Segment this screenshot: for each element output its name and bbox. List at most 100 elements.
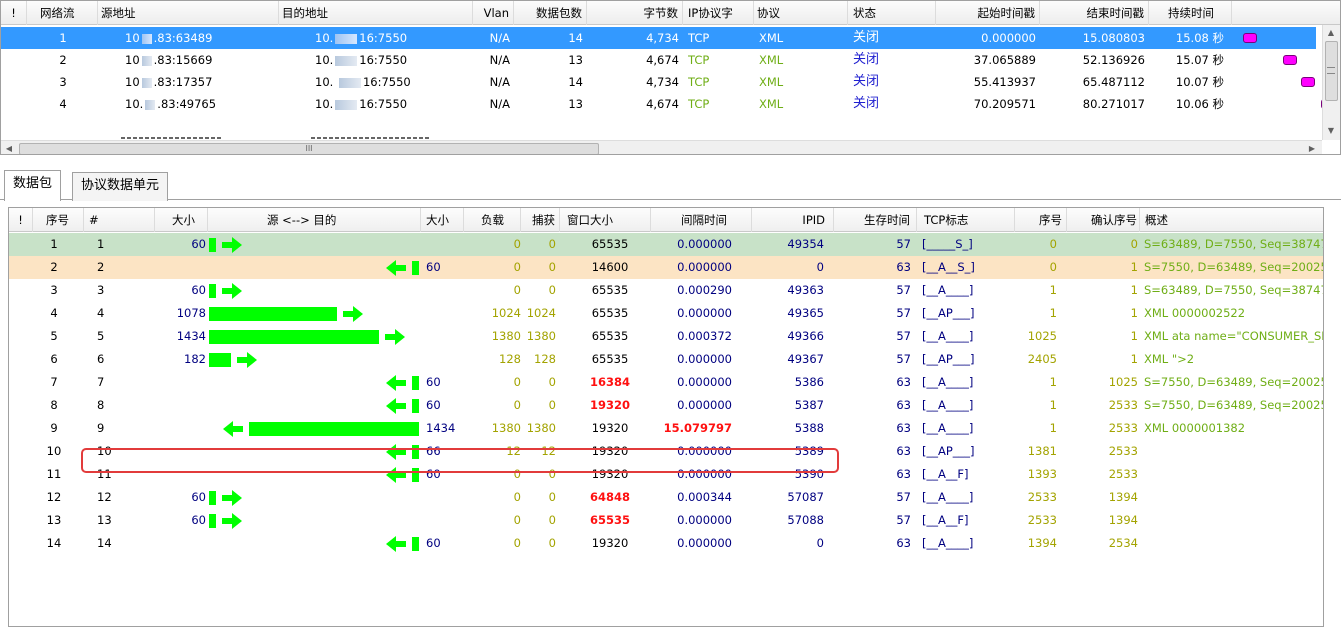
flow-dst-prefix: 10. — [315, 75, 337, 89]
col-delta[interactable]: 间隔时间 — [652, 208, 752, 232]
col-ipproto[interactable]: IP协议字 — [684, 1, 754, 25]
flow-ipproto: TCP — [688, 31, 710, 45]
col-bytes[interactable]: 字节数 — [588, 1, 683, 25]
col-vlan[interactable]: Vlan — [474, 1, 514, 25]
packet-summary: XML ata name="CONSUMER_SE — [1144, 329, 1324, 343]
packet-row[interactable]: 2 2 60 0 0 14600 0.000000 0 63 [__A__S_] 0 1 S=7550,… — [9, 256, 1323, 279]
col-flag[interactable]: ! — [1, 1, 27, 25]
flow-row[interactable]: 3 14 N/A 4,734 TCP XML 关闭 55.413937 65.487112 10.… — [1, 71, 1316, 93]
flow-row[interactable]: 4 13 N/A 4,674 TCP XML 关闭 70.209571 80.271017 10.… — [1, 93, 1335, 115]
col-packets[interactable]: 数据包数 — [515, 1, 587, 25]
packet-ack: 2533 — [1108, 421, 1138, 435]
flow-row-partial[interactable] — [1, 115, 1316, 140]
col-flag[interactable]: ! — [9, 208, 33, 232]
flow-vertical-scrollbar[interactable]: ▲ ▼ — [1322, 25, 1340, 140]
flow-dst: 10. 16:7550 — [315, 93, 465, 115]
packet-row[interactable]: 9 9 1434 1380 1380 19320 15.079797 5388 63 [__A__… — [9, 417, 1323, 440]
tab-pdu[interactable]: 协议数据单元 — [72, 172, 169, 201]
flow-src-suffix: .83:15669 — [153, 53, 213, 67]
col-tcp-flags[interactable]: TCP标志 — [918, 208, 1015, 232]
packet-row[interactable]: 7 7 60 0 0 16384 0.000000 5386 63 [__A____] 1 1025 S… — [9, 371, 1323, 394]
packet-tcp-flags: [__A____] — [922, 536, 974, 550]
col-seqno[interactable]: 序号 — [34, 208, 84, 232]
packet-row[interactable]: 8 8 60 0 0 19320 0.000000 5387 63 [__A____] 1 2533 S… — [9, 394, 1323, 417]
flow-src-prefix: 10 — [125, 53, 140, 67]
col-window[interactable]: 窗口大小 — [561, 208, 651, 232]
col-ack[interactable]: 确认序号 — [1068, 208, 1140, 232]
col-src[interactable]: 源地址 — [99, 1, 279, 25]
col-flow[interactable]: 网络流 — [28, 1, 98, 25]
horizontal-scroll-thumb[interactable]: III — [19, 143, 599, 154]
packet-row[interactable]: 13 13 60 0 0 65535 0.000000 57088 57 [__A__F] 2533… — [9, 509, 1323, 532]
scroll-right-icon[interactable]: ▶ — [1304, 141, 1320, 154]
scroll-down-icon[interactable]: ▼ — [1323, 123, 1339, 139]
flow-dst-suffix: 16:7550 — [362, 75, 411, 89]
tab-packets[interactable]: 数据包 — [4, 170, 62, 201]
flow-duration: 15.08 秒 — [1175, 31, 1224, 45]
col-proto[interactable]: 协议 — [755, 1, 848, 25]
packet-row[interactable]: 1 1 60 0 0 65535 0.000000 49354 57 [_____S_] 0 0 S=6… — [9, 233, 1323, 256]
packet-delta: 0.000000 — [677, 237, 732, 251]
col-end[interactable]: 结束时间戳 — [1041, 1, 1149, 25]
packet-size-src: 60 — [191, 237, 206, 251]
packet-list[interactable]: ! 序号 # 大小 源 <--> 目的 大小 负载 捕获 窗口大小 间隔时间 I… — [8, 207, 1324, 627]
packet-payload: 0 — [513, 490, 521, 504]
flow-vlan: N/A — [489, 31, 510, 45]
packet-size-bar — [412, 399, 419, 413]
flow-src-prefix: 10 — [125, 31, 140, 45]
col-direction[interactable]: 源 <--> 目的 — [209, 208, 421, 232]
col-ipid[interactable]: IPID — [753, 208, 834, 232]
packet-seqno: 8 — [50, 398, 58, 412]
flow-src-suffix: .83:49765 — [157, 97, 217, 111]
flow-ipproto: TCP — [688, 75, 710, 89]
flow-bytes: 4,734 — [646, 75, 679, 89]
packet-summary — [1144, 532, 1323, 555]
flow-start: 55.413937 — [973, 75, 1036, 89]
col-dst[interactable]: 目的地址 — [280, 1, 473, 25]
packet-index: 4 — [97, 306, 105, 320]
packet-seqno: 9 — [50, 421, 58, 435]
packet-tcp-flags: [__A__S_] — [922, 260, 975, 274]
col-index[interactable]: # — [85, 208, 155, 232]
packet-row[interactable]: 12 12 60 0 0 64848 0.000344 57087 57 [__A____] 253… — [9, 486, 1323, 509]
packet-payload: 1024 — [491, 306, 521, 320]
packet-summary: XML 0000001382 — [1144, 421, 1246, 435]
col-start[interactable]: 起始时间戳 — [937, 1, 1040, 25]
flow-dst: 10. 16:7550 — [315, 49, 465, 71]
packet-row[interactable]: 5 5 1434 1380 1380 65535 0.000372 49366 57 [__A__… — [9, 325, 1324, 348]
col-duration[interactable]: 持续时间 — [1150, 1, 1232, 25]
flow-bytes: 4,674 — [646, 53, 679, 67]
flow-row[interactable]: 2 13 N/A 4,674 TCP XML 关闭 37.065889 52.136926 15.… — [1, 49, 1316, 71]
packet-captured: 1024 — [526, 306, 556, 320]
timeline-marker-icon — [1243, 33, 1257, 43]
col-captured[interactable]: 捕获 — [522, 208, 560, 232]
flow-horizontal-scrollbar[interactable]: ◀ III ▶ — [1, 140, 1322, 154]
packet-index: 13 — [97, 513, 112, 527]
scroll-up-icon[interactable]: ▲ — [1323, 25, 1339, 41]
packet-window: 65535 — [591, 329, 629, 343]
packet-seq: 1394 — [1027, 536, 1057, 550]
packet-row[interactable]: 6 6 182 128 128 65535 0.000000 49367 57 [__AP___]… — [9, 348, 1323, 371]
col-size-src[interactable]: 大小 — [156, 208, 208, 232]
scroll-left-icon[interactable]: ◀ — [1, 141, 17, 154]
col-summary[interactable]: 概述 — [1141, 208, 1323, 232]
col-payload[interactable]: 负载 — [465, 208, 521, 232]
col-state[interactable]: 状态 — [849, 1, 936, 25]
col-ttl[interactable]: 生存时间 — [835, 208, 917, 232]
col-size-dst[interactable]: 大小 — [422, 208, 464, 232]
packet-size-bar — [209, 238, 216, 252]
packet-row[interactable]: 3 3 60 0 0 65535 0.000290 49363 57 [__A____] 1 1 S=6… — [9, 279, 1323, 302]
flow-start: 0.000000 — [981, 31, 1036, 45]
flow-list[interactable]: ! 网络流 源地址 目的地址 Vlan 数据包数 字节数 IP协议字 协议 状态… — [0, 0, 1341, 155]
packet-row[interactable]: 4 4 1078 1024 1024 65535 0.000000 49365 57 [__AP_… — [9, 302, 1323, 325]
packet-captured: 0 — [548, 237, 556, 251]
packet-captured: 0 — [548, 398, 556, 412]
packet-row[interactable]: 14 14 60 0 0 19320 0.000000 0 63 [__A____] 1394 253… — [9, 532, 1323, 555]
arrow-left-icon — [386, 536, 396, 552]
packet-tcp-flags: [__A__F] — [922, 467, 969, 481]
col-seq[interactable]: 序号 — [1016, 208, 1067, 232]
arrow-left-icon — [386, 375, 396, 391]
flow-row[interactable]: 1 14 N/A 4,734 TCP XML 关闭 0.000000 15.080803 15.0… — [1, 27, 1316, 49]
packet-captured: 0 — [548, 260, 556, 274]
packet-captured: 0 — [548, 513, 556, 527]
